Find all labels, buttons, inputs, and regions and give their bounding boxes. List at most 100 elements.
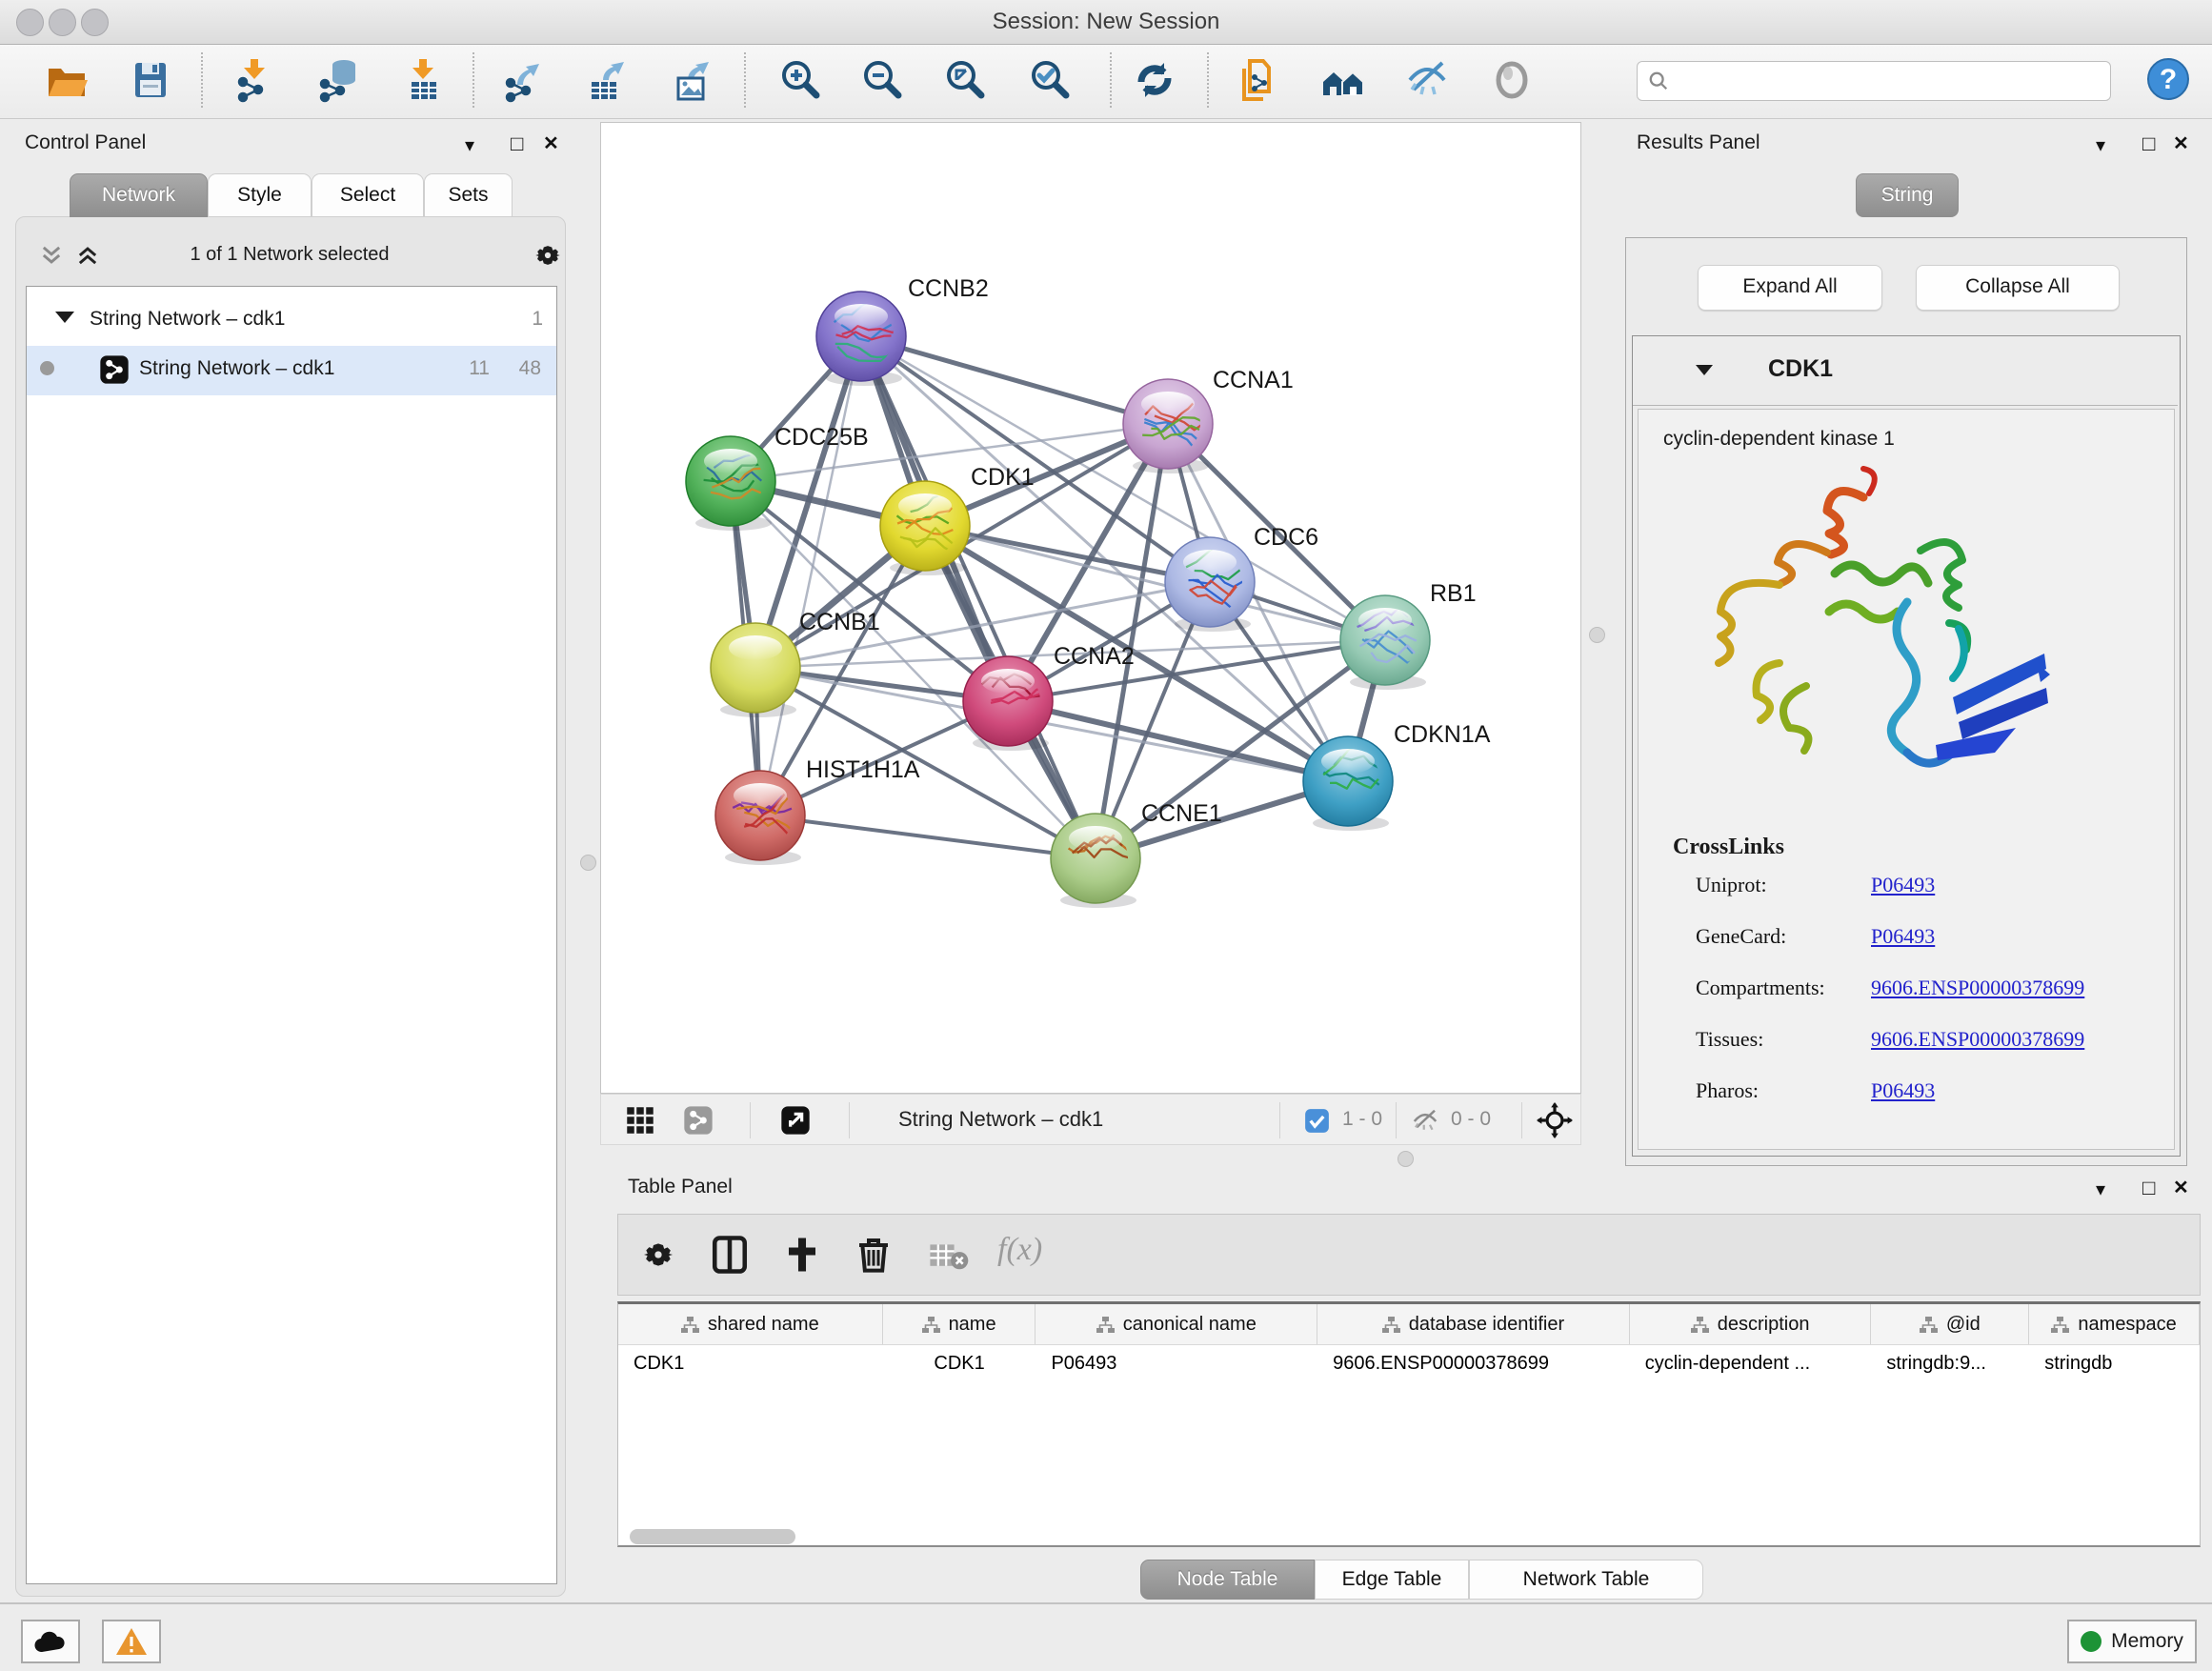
node-CDK1[interactable]: CDK1 [880,464,1035,575]
show-columns-icon[interactable] [710,1234,750,1276]
fit-content-crosshair-icon[interactable] [1537,1102,1573,1138]
delete-column-trash-icon[interactable] [855,1234,893,1276]
crosslink-link[interactable]: 9606.ENSP00000378699 [1871,1027,2084,1052]
search-field[interactable] [1637,61,2111,101]
results-panel-menu-icon[interactable]: ▾ [2096,133,2105,157]
search-input[interactable] [1676,64,2099,96]
eye-icon[interactable] [1489,57,1535,103]
zoom-out-icon[interactable] [859,57,905,103]
network-graph[interactable]: CCNB2CCNA1CDC25BCDK1CDC6RB1CCNB1CCNA2CDK… [601,123,1580,1093]
import-database-icon[interactable] [315,57,361,103]
node-CCNB2[interactable]: CCNB2 [816,275,989,386]
memory-button[interactable]: Memory [2067,1620,2197,1663]
node-HIST1H1A[interactable]: HIST1H1A [715,756,920,865]
column-header-databaseidentifier[interactable]: database identifier [1317,1304,1630,1344]
function-builder-icon[interactable]: f(x) [997,1232,1042,1268]
clone-network-icon[interactable] [1237,57,1282,103]
table-cell[interactable]: CDK1 [618,1345,883,1383]
collapse-triangle-icon[interactable] [1696,365,1713,375]
import-network-icon[interactable] [231,57,277,103]
tab-string[interactable]: String [1856,173,1959,217]
node-CDC6[interactable]: CDC6 [1165,524,1318,632]
tab-network[interactable]: Network [70,173,208,217]
network-row-selected[interactable]: String Network – cdk1 11 48 [27,346,556,395]
node-table[interactable]: shared namenamecanonical namedatabase id… [617,1301,2201,1547]
collapse-triangle-icon[interactable] [55,312,74,323]
control-panel-menu-icon[interactable]: ▾ [465,133,474,157]
table-cell[interactable]: CDK1 [883,1345,1036,1383]
node-label: CCNA1 [1213,367,1294,393]
results-panel-close-icon[interactable]: ✕ [2173,131,2189,155]
network-list-subheader: 1 of 1 Network selected [15,229,564,284]
column-header-name[interactable]: name [883,1304,1036,1344]
tab-style[interactable]: Style [208,173,312,217]
add-column-icon[interactable] [782,1234,822,1276]
help-icon[interactable]: ? [2145,56,2191,102]
table-cell[interactable]: stringdb:9... [1871,1345,2029,1383]
network-collection-row[interactable]: String Network – cdk1 1 [27,298,556,350]
main-toolbar: ? [0,45,2212,119]
column-header-namespace[interactable]: namespace [2029,1304,2200,1344]
open-file-icon[interactable] [44,57,90,103]
table-row[interactable]: CDK1CDK1P064939606.ENSP00000378699cyclin… [618,1345,2200,1383]
home-icon[interactable] [1320,57,1366,103]
birds-eye-grid-icon[interactable] [626,1106,654,1135]
network-canvas[interactable]: CCNB2CCNA1CDC25BCDK1CDC6RB1CCNB1CCNA2CDK… [600,122,1581,1094]
horizontal-splitter-handle[interactable] [1398,1151,1414,1167]
tab-select[interactable]: Select [312,173,424,217]
table-cell[interactable]: cyclin-dependent ... [1630,1345,1872,1383]
table-cell[interactable]: stringdb [2029,1345,2200,1383]
cloud-button[interactable] [21,1620,80,1663]
export-network-icon[interactable] [499,57,545,103]
table-panel-float-icon[interactable]: □ [2142,1176,2155,1200]
import-table-icon[interactable] [400,57,446,103]
table-panel-close-icon[interactable]: ✕ [2173,1176,2189,1199]
crosslink-link[interactable]: P06493 [1871,924,1935,949]
table-cell[interactable]: P06493 [1036,1345,1317,1383]
crosslink-link[interactable]: 9606.ENSP00000378699 [1871,976,2084,1000]
table-panel-menu-icon[interactable]: ▾ [2096,1178,2105,1201]
tab-network-table[interactable]: Network Table [1469,1560,1703,1600]
export-table-icon[interactable] [584,57,630,103]
column-header-canonicalname[interactable]: canonical name [1036,1304,1317,1344]
save-session-icon[interactable] [128,57,173,103]
node-CDC25B[interactable]: CDC25B [686,424,869,531]
delete-table-icon[interactable] [929,1241,969,1272]
warnings-button[interactable] [102,1620,161,1663]
tab-edge-table[interactable]: Edge Table [1315,1560,1469,1600]
control-panel-float-icon[interactable]: □ [511,131,523,156]
tab-node-table[interactable]: Node Table [1140,1560,1315,1600]
zoom-in-icon[interactable] [777,57,823,103]
control-panel-close-icon[interactable]: ✕ [543,131,559,155]
export-image-icon[interactable] [669,57,714,103]
node-CDKN1A[interactable]: CDKN1A [1303,721,1491,831]
horizontal-scrollbar-thumb[interactable] [630,1529,795,1544]
vertical-splitter-handle[interactable] [580,855,596,871]
tab-sets[interactable]: Sets [424,173,513,217]
table-cell[interactable]: 9606.ENSP00000378699 [1317,1345,1630,1383]
results-panel-title: Results Panel [1637,131,1760,154]
gear-icon[interactable] [639,1236,677,1274]
zoom-fit-icon[interactable] [942,57,988,103]
refresh-layout-icon[interactable] [1132,57,1177,103]
crosslink-link[interactable]: P06493 [1871,873,1935,897]
network-list: String Network – cdk1 1 String Network –… [26,286,557,1584]
crosslink-link[interactable]: P06493 [1871,1078,1935,1103]
network-share-icon[interactable] [683,1105,714,1136]
node-CCNA1[interactable]: CCNA1 [1123,367,1294,473]
column-header-id[interactable]: @id [1871,1304,2029,1344]
expand-all-button[interactable]: Expand All [1698,265,1882,311]
column-header-description[interactable]: description [1630,1304,1872,1344]
column-header-sharedname[interactable]: shared name [618,1304,883,1344]
hide-panel-icon[interactable] [1404,57,1450,103]
results-panel-float-icon[interactable]: □ [2142,131,2155,156]
open-in-new-icon[interactable] [780,1105,811,1136]
vertical-splitter-handle[interactable] [1589,627,1605,643]
toolbar-separator [1207,52,1209,108]
collapse-all-button[interactable]: Collapse All [1916,265,2120,311]
zoom-selected-icon[interactable] [1027,57,1073,103]
gear-icon[interactable] [532,239,564,272]
node-RB1[interactable]: RB1 [1340,580,1477,690]
selected-checkbox-icon[interactable] [1304,1108,1330,1134]
gene-section-header[interactable]: CDK1 [1633,336,2178,406]
